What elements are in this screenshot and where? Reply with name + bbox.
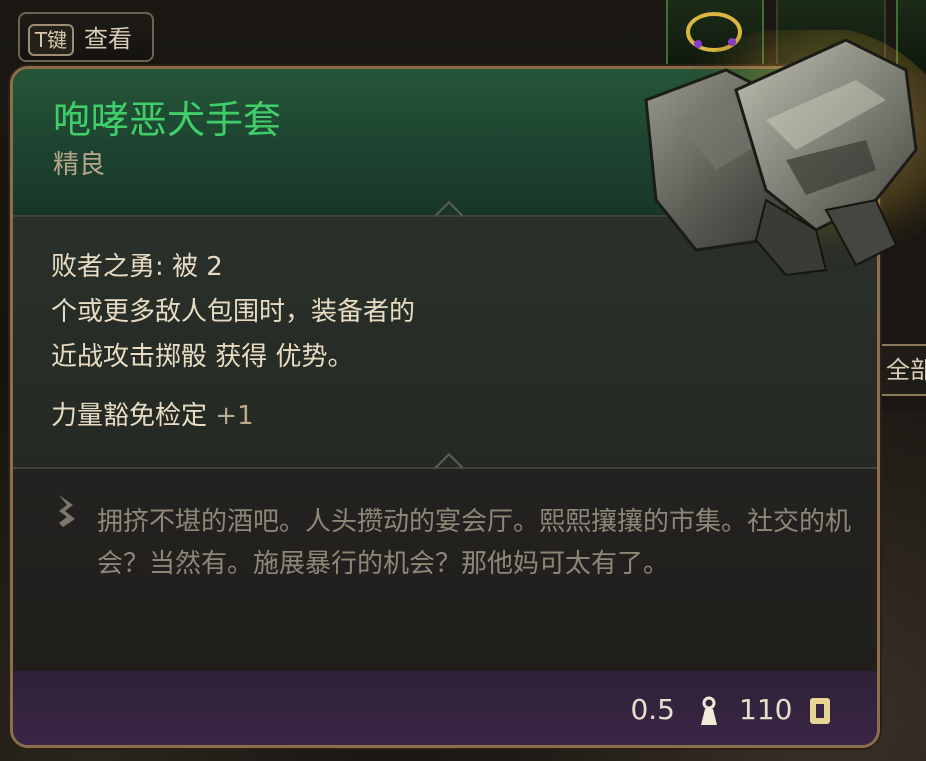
t-key-cap: T键 — [28, 24, 74, 56]
gold-coin-icon — [810, 698, 830, 724]
item-price: 110 — [739, 693, 793, 726]
bonus-value: +1 — [215, 401, 254, 431]
quill-icon — [59, 495, 75, 527]
bonus-label: 力量豁免检定 — [51, 401, 208, 431]
item-effect: 败者之勇: 被 2 个或更多敌人包围时，装备者的 近战攻击掷骰 获得 优势。 — [51, 245, 415, 380]
item-bonus: 力量豁免检定 +1 — [51, 397, 254, 435]
item-rarity: 精良 — [53, 150, 106, 180]
item-name: 咆哮恶犬手套 — [53, 98, 282, 142]
weight-icon — [701, 696, 717, 725]
effect-line: 败者之勇: 被 2 — [51, 252, 223, 282]
item-description: 拥挤不堪的酒吧。人头攒动的宴会厅。熙熙攘攘的市集。社交的机会？当然有。施展暴行的… — [97, 507, 852, 579]
filter-all-button[interactable]: 全部 — [876, 344, 926, 396]
item-weight: 0.5 — [630, 693, 675, 726]
effect-line: 近战攻击掷骰 获得 优势。 — [51, 342, 354, 372]
gauntlet-image — [644, 30, 926, 277]
effect-line: 个或更多敌人包围时，装备者的 — [51, 297, 416, 327]
inspect-hint[interactable]: T键 查看 — [18, 12, 154, 62]
inspect-label: 查看 — [84, 25, 132, 53]
